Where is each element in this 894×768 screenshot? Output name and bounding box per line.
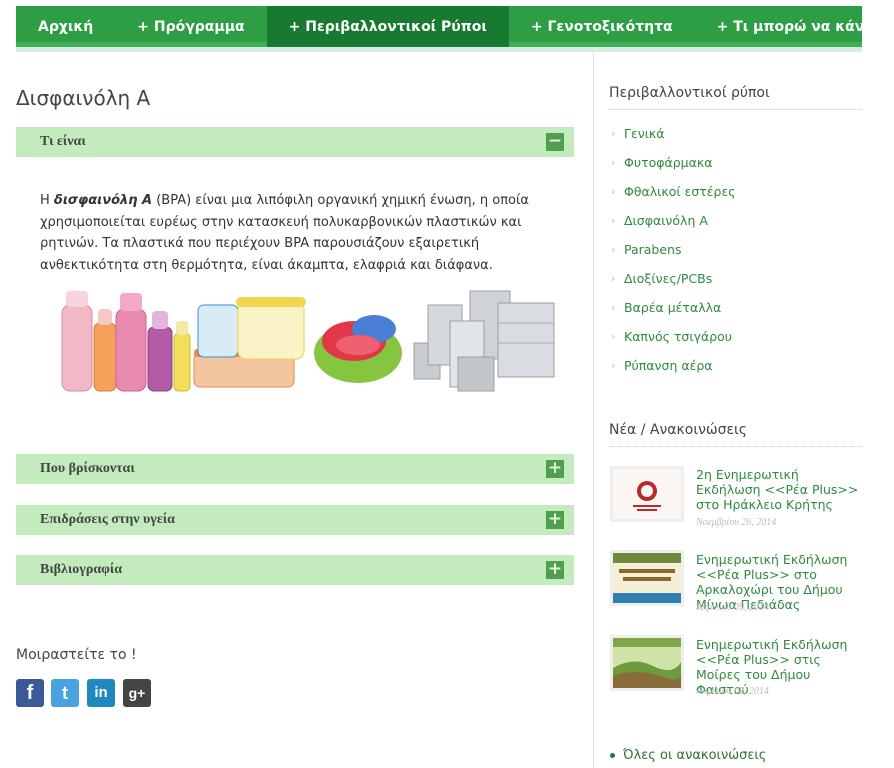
accordion-label: Βιβλιογραφία (40, 562, 123, 577)
nav-home[interactable]: Αρχική (16, 6, 115, 47)
expand-icon[interactable]: + (546, 511, 564, 529)
news-thumbnail[interactable] (610, 635, 684, 691)
nav-shadow (16, 47, 862, 52)
text-prefix: Η (40, 193, 54, 208)
collapse-icon[interactable]: − (546, 133, 564, 151)
chevron-right-icon: › (611, 243, 616, 256)
bullet-icon (610, 753, 615, 758)
sidebar-item-label: Δισφαινόλη Α (624, 213, 708, 228)
news-thumbnail[interactable] (610, 550, 684, 606)
accordion-label: Τι είναι (40, 134, 86, 149)
sidebar-item-general[interactable]: › Γενικά (611, 126, 665, 141)
expand-icon[interactable]: + (546, 561, 564, 579)
expand-icon[interactable]: + (546, 460, 564, 478)
google-plus-icon[interactable]: g+ (123, 679, 151, 707)
chevron-right-icon: › (611, 359, 616, 372)
baby-bottles-icon (61, 291, 191, 392)
bpa-products-image (61, 290, 555, 392)
chevron-right-icon: › (611, 127, 616, 140)
sidebar-item-label: Γενικά (624, 126, 665, 141)
sidebar-item-phthalates[interactable]: › Φθαλικοί εστέρες (611, 184, 736, 199)
accordion-where-found[interactable]: Που βρίσκονται + (16, 454, 574, 484)
linkedin-icon[interactable]: in (87, 679, 115, 707)
heraklion-logo-icon (613, 469, 681, 519)
news-item-title[interactable]: 2η Ενημερωτική Εκδήλωση <<Ρέα Plus>> στο… (696, 467, 866, 512)
nav-program[interactable]: + Πρόγραμμα (115, 6, 266, 47)
section-text: Η δισφαινόλη Α (BPA) είναι μια λιπόφιλη … (40, 190, 574, 276)
sidebar-item-pesticides[interactable]: › Φυτοφάρμακα (611, 155, 712, 170)
page-title: Δισφαινόλη Α (16, 86, 151, 110)
sidebar-item-label: Ρύπανση αέρα (624, 358, 713, 373)
chevron-right-icon: › (611, 185, 616, 198)
sidebar-item-label: Φυτοφάρμακα (624, 155, 713, 170)
facebook-icon[interactable]: f (16, 679, 44, 707)
all-news-link[interactable]: Όλες οι ανακοινώσεις (610, 748, 766, 763)
chevron-right-icon: › (611, 301, 616, 314)
news-item-date: Απριλίου 09, 2014 (696, 602, 769, 613)
chevron-right-icon: › (611, 214, 616, 227)
accordion-label: Επιδράσεις στην υγεία (40, 512, 175, 527)
phaistos-landscape-icon (613, 638, 681, 688)
accordion-label: Που βρίσκονται (40, 461, 135, 476)
pollutants-heading: Περιβαλλοντικοί ρύποι (609, 85, 862, 110)
nav-genotoxicity[interactable]: + Γενοτοξικότητα (509, 6, 695, 47)
sidebar-item-bisphenol-a[interactable]: › Δισφαινόλη Α (611, 213, 708, 228)
news-item-date: Απριλίου 02, 2014 (696, 686, 769, 697)
sidebar-item-label: Διοξίνες/PCBs (624, 271, 713, 286)
tin-cans-icon (413, 290, 555, 392)
chevron-right-icon: › (611, 272, 616, 285)
nav-pollutants[interactable]: + Περιβαλλοντικοί Ρύποι (266, 6, 509, 47)
main-nav: Αρχική + Πρόγραμμα + Περιβαλλοντικοί Ρύπ… (16, 6, 877, 47)
sidebar-item-label: Καπνός τσιγάρου (624, 329, 733, 344)
accordion-what-is-it[interactable]: Τι είναι − (16, 127, 574, 157)
sidebar-item-dioxins[interactable]: › Διοξίνες/PCBs (611, 271, 712, 286)
food-containers-icon (193, 297, 306, 388)
all-news-label: Όλες οι ανακοινώσεις (623, 748, 767, 763)
sidebar-item-label: Βαρέα μέταλλα (624, 300, 722, 315)
sidebar-item-label: Parabens (624, 242, 682, 257)
share-title: Μοιραστείτε το ! (16, 647, 137, 663)
news-thumbnail[interactable] (610, 466, 684, 522)
minoa-pediadas-logo-icon (613, 553, 681, 603)
text-bold-term: δισφαινόλη Α (53, 193, 153, 208)
accordion-bibliography[interactable]: Βιβλιογραφία + (16, 555, 574, 585)
sidebar-item-air-pollution[interactable]: › Ρύπανση αέρα (611, 358, 713, 373)
sidebar-item-label: Φθαλικοί εστέρες (624, 184, 736, 199)
news-item-date: Νοεμβρίου 26, 2014 (696, 517, 777, 528)
news-heading: Νέα / Ανακοινώσεις (609, 422, 862, 447)
sidebar-item-heavy-metals[interactable]: › Βαρέα μέταλλα (611, 300, 721, 315)
twitter-icon[interactable]: t (51, 679, 79, 707)
sidebar-divider (593, 52, 594, 768)
chevron-right-icon: › (611, 330, 616, 343)
accordion-health-effects[interactable]: Επιδράσεις στην υγεία + (16, 505, 574, 535)
sidebar-item-tobacco-smoke[interactable]: › Καπνός τσιγάρου (611, 329, 732, 344)
nav-what-can-i-do[interactable]: + Τι μπορώ να κάνω (695, 6, 894, 47)
chevron-right-icon: › (611, 156, 616, 169)
sidebar-item-parabens[interactable]: › Parabens (611, 242, 682, 257)
plastic-bowls-icon (314, 315, 402, 383)
